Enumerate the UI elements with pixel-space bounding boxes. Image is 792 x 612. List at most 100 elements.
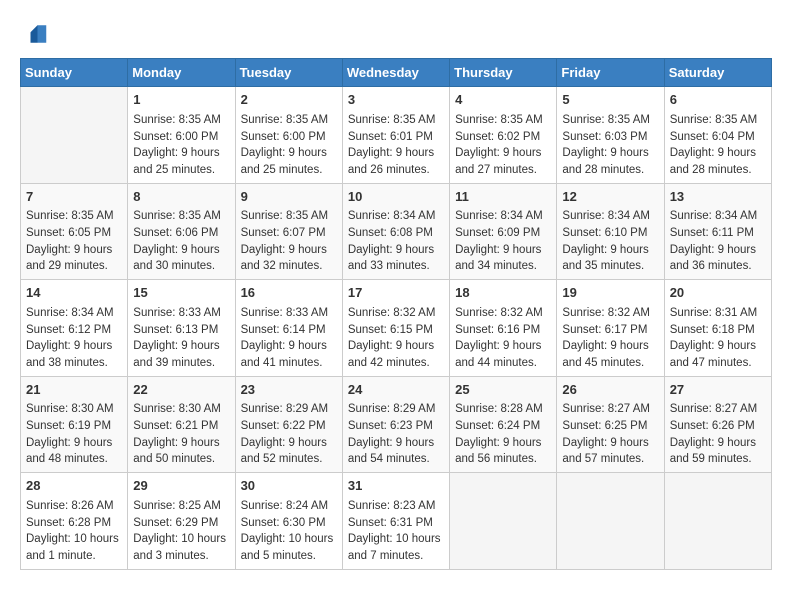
- calendar-header-row: Sunday Monday Tuesday Wednesday Thursday…: [21, 59, 772, 87]
- day-info: Sunrise: 8:27 AM Sunset: 6:26 PM Dayligh…: [670, 403, 758, 465]
- calendar-cell: 23 Sunrise: 8:29 AM Sunset: 6:22 PM Dayli…: [235, 376, 342, 473]
- calendar-cell: 6 Sunrise: 8:35 AM Sunset: 6:04 PM Daylig…: [664, 87, 771, 184]
- calendar-cell: 5Sunrise: 8:35 AM Sunset: 6:03 PM Daylig…: [557, 87, 664, 184]
- calendar-cell: 17 Sunrise: 8:32 AM Sunset: 6:15 PM Dayli…: [342, 280, 449, 377]
- day-number: 19: [562, 284, 658, 303]
- calendar-cell: [21, 87, 128, 184]
- day-number: 25: [455, 381, 551, 400]
- calendar-cell: 30 Sunrise: 8:24 AM Sunset: 6:30 PM Dayli…: [235, 473, 342, 570]
- day-info: Sunrise: 8:26 AM Sunset: 6:28 PM Dayligh…: [26, 500, 119, 562]
- calendar-cell: 20 Sunrise: 8:31 AM Sunset: 6:18 PM Dayli…: [664, 280, 771, 377]
- calendar-cell: 16 Sunrise: 8:33 AM Sunset: 6:14 PM Dayli…: [235, 280, 342, 377]
- day-number: 20: [670, 284, 766, 303]
- day-number: 3: [348, 91, 444, 110]
- day-number: 28: [26, 477, 122, 496]
- day-info: Sunrise: 8:33 AM Sunset: 6:13 PM Dayligh…: [133, 307, 221, 369]
- day-number: 30: [241, 477, 337, 496]
- day-number: 29: [133, 477, 229, 496]
- day-info: Sunrise: 8:35 AM Sunset: 6:00 PM Dayligh…: [241, 114, 329, 176]
- day-info: Sunrise: 8:35 AM Sunset: 6:01 PM Dayligh…: [348, 114, 436, 176]
- day-number: 8: [133, 188, 229, 207]
- day-info: Sunrise: 8:34 AM Sunset: 6:08 PM Dayligh…: [348, 210, 436, 272]
- calendar-cell: 7 Sunrise: 8:35 AM Sunset: 6:05 PM Daylig…: [21, 183, 128, 280]
- day-number: 18: [455, 284, 551, 303]
- day-info: Sunrise: 8:35 AM Sunset: 6:00 PM Dayligh…: [133, 114, 221, 176]
- calendar-cell: [557, 473, 664, 570]
- day-info: Sunrise: 8:34 AM Sunset: 6:12 PM Dayligh…: [26, 307, 114, 369]
- calendar-week-0: 1 Sunrise: 8:35 AM Sunset: 6:00 PM Daylig…: [21, 87, 772, 184]
- calendar-cell: 3 Sunrise: 8:35 AM Sunset: 6:01 PM Daylig…: [342, 87, 449, 184]
- day-number: 10: [348, 188, 444, 207]
- day-number: 9: [241, 188, 337, 207]
- calendar-cell: 1 Sunrise: 8:35 AM Sunset: 6:00 PM Daylig…: [128, 87, 235, 184]
- calendar-cell: 15Sunrise: 8:33 AM Sunset: 6:13 PM Dayli…: [128, 280, 235, 377]
- header-saturday: Saturday: [664, 59, 771, 87]
- day-number: 21: [26, 381, 122, 400]
- calendar-cell: 24Sunrise: 8:29 AM Sunset: 6:23 PM Dayli…: [342, 376, 449, 473]
- calendar-cell: 28 Sunrise: 8:26 AM Sunset: 6:28 PM Dayli…: [21, 473, 128, 570]
- day-info: Sunrise: 8:28 AM Sunset: 6:24 PM Dayligh…: [455, 403, 543, 465]
- calendar-week-2: 14 Sunrise: 8:34 AM Sunset: 6:12 PM Dayli…: [21, 280, 772, 377]
- calendar-cell: [664, 473, 771, 570]
- calendar-cell: 27 Sunrise: 8:27 AM Sunset: 6:26 PM Dayli…: [664, 376, 771, 473]
- day-number: 5: [562, 91, 658, 110]
- calendar-cell: 4 Sunrise: 8:35 AM Sunset: 6:02 PM Daylig…: [450, 87, 557, 184]
- day-info: Sunrise: 8:34 AM Sunset: 6:09 PM Dayligh…: [455, 210, 543, 272]
- day-info: Sunrise: 8:27 AM Sunset: 6:25 PM Dayligh…: [562, 403, 650, 465]
- day-info: Sunrise: 8:32 AM Sunset: 6:15 PM Dayligh…: [348, 307, 436, 369]
- calendar-cell: 21Sunrise: 8:30 AM Sunset: 6:19 PM Dayli…: [21, 376, 128, 473]
- day-number: 2: [241, 91, 337, 110]
- header-tuesday: Tuesday: [235, 59, 342, 87]
- day-number: 14: [26, 284, 122, 303]
- day-info: Sunrise: 8:29 AM Sunset: 6:22 PM Dayligh…: [241, 403, 329, 465]
- day-info: Sunrise: 8:25 AM Sunset: 6:29 PM Dayligh…: [133, 500, 226, 562]
- calendar-cell: 29 Sunrise: 8:25 AM Sunset: 6:29 PM Dayli…: [128, 473, 235, 570]
- day-number: 16: [241, 284, 337, 303]
- day-number: 1: [133, 91, 229, 110]
- day-info: Sunrise: 8:35 AM Sunset: 6:02 PM Dayligh…: [455, 114, 543, 176]
- day-info: Sunrise: 8:35 AM Sunset: 6:04 PM Dayligh…: [670, 114, 758, 176]
- day-info: Sunrise: 8:32 AM Sunset: 6:17 PM Dayligh…: [562, 307, 650, 369]
- day-number: 26: [562, 381, 658, 400]
- day-info: Sunrise: 8:29 AM Sunset: 6:23 PM Dayligh…: [348, 403, 436, 465]
- day-info: Sunrise: 8:33 AM Sunset: 6:14 PM Dayligh…: [241, 307, 329, 369]
- calendar-week-3: 21Sunrise: 8:30 AM Sunset: 6:19 PM Dayli…: [21, 376, 772, 473]
- day-info: Sunrise: 8:30 AM Sunset: 6:21 PM Dayligh…: [133, 403, 221, 465]
- day-number: 7: [26, 188, 122, 207]
- day-info: Sunrise: 8:35 AM Sunset: 6:07 PM Dayligh…: [241, 210, 329, 272]
- calendar-cell: 13Sunrise: 8:34 AM Sunset: 6:11 PM Dayli…: [664, 183, 771, 280]
- day-info: Sunrise: 8:35 AM Sunset: 6:05 PM Dayligh…: [26, 210, 114, 272]
- header-sunday: Sunday: [21, 59, 128, 87]
- calendar-cell: 8 Sunrise: 8:35 AM Sunset: 6:06 PM Daylig…: [128, 183, 235, 280]
- day-number: 23: [241, 381, 337, 400]
- calendar-cell: 9 Sunrise: 8:35 AM Sunset: 6:07 PM Daylig…: [235, 183, 342, 280]
- day-info: Sunrise: 8:23 AM Sunset: 6:31 PM Dayligh…: [348, 500, 441, 562]
- day-number: 4: [455, 91, 551, 110]
- day-number: 17: [348, 284, 444, 303]
- day-info: Sunrise: 8:24 AM Sunset: 6:30 PM Dayligh…: [241, 500, 334, 562]
- calendar-cell: 26 Sunrise: 8:27 AM Sunset: 6:25 PM Dayli…: [557, 376, 664, 473]
- calendar-week-1: 7 Sunrise: 8:35 AM Sunset: 6:05 PM Daylig…: [21, 183, 772, 280]
- logo: [20, 20, 52, 48]
- calendar-table: Sunday Monday Tuesday Wednesday Thursday…: [20, 58, 772, 570]
- logo-icon: [20, 20, 48, 48]
- header-monday: Monday: [128, 59, 235, 87]
- day-number: 31: [348, 477, 444, 496]
- calendar-week-4: 28 Sunrise: 8:26 AM Sunset: 6:28 PM Dayli…: [21, 473, 772, 570]
- header-thursday: Thursday: [450, 59, 557, 87]
- day-number: 22: [133, 381, 229, 400]
- day-number: 6: [670, 91, 766, 110]
- page-header: [20, 20, 772, 48]
- calendar-cell: 14 Sunrise: 8:34 AM Sunset: 6:12 PM Dayli…: [21, 280, 128, 377]
- day-number: 27: [670, 381, 766, 400]
- day-number: 13: [670, 188, 766, 207]
- day-info: Sunrise: 8:31 AM Sunset: 6:18 PM Dayligh…: [670, 307, 758, 369]
- calendar-cell: 12Sunrise: 8:34 AM Sunset: 6:10 PM Dayli…: [557, 183, 664, 280]
- day-number: 11: [455, 188, 551, 207]
- calendar-cell: 2 Sunrise: 8:35 AM Sunset: 6:00 PM Daylig…: [235, 87, 342, 184]
- calendar-cell: 18Sunrise: 8:32 AM Sunset: 6:16 PM Dayli…: [450, 280, 557, 377]
- calendar-cell: 31 Sunrise: 8:23 AM Sunset: 6:31 PM Dayli…: [342, 473, 449, 570]
- calendar-cell: 19 Sunrise: 8:32 AM Sunset: 6:17 PM Dayli…: [557, 280, 664, 377]
- day-info: Sunrise: 8:35 AM Sunset: 6:06 PM Dayligh…: [133, 210, 221, 272]
- calendar-cell: 25 Sunrise: 8:28 AM Sunset: 6:24 PM Dayli…: [450, 376, 557, 473]
